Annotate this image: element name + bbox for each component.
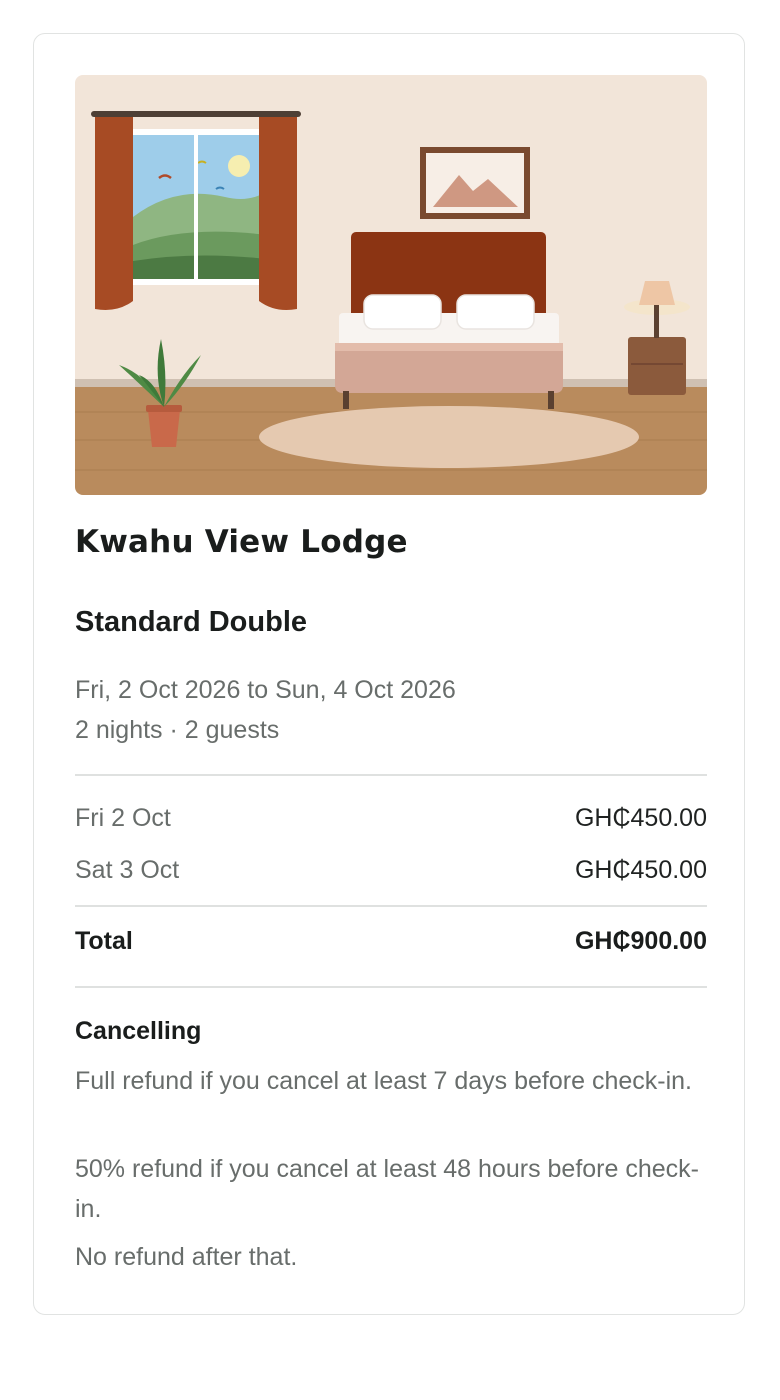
total-row: Total GH₵900.00 bbox=[75, 927, 707, 961]
property-name: Kwahu View Lodge bbox=[75, 524, 408, 560]
cancellation-policy: Full refund if you cancel at least 7 day… bbox=[75, 1067, 692, 1095]
room-illustration bbox=[75, 75, 707, 495]
total-value: GH₵900.00 bbox=[574, 927, 707, 955]
cancellation-policy: No refund after that. bbox=[75, 1243, 298, 1271]
night-price: GH₵450.00 bbox=[574, 856, 707, 884]
nightly-price-row: Fri 2 Oct GH₵450.00 bbox=[75, 804, 707, 836]
cancellation-heading: Cancelling bbox=[75, 1017, 202, 1045]
divider bbox=[75, 986, 707, 988]
room-type: Standard Double bbox=[75, 606, 308, 638]
nightly-price-row: Sat 3 Oct GH₵450.00 bbox=[75, 856, 707, 888]
cancellation-policy: 50% refund if you cancel at least 48 hou… bbox=[75, 1155, 699, 1223]
divider bbox=[75, 905, 707, 907]
divider bbox=[75, 774, 707, 776]
night-date: Fri 2 Oct bbox=[75, 804, 171, 832]
total-label: Total bbox=[75, 927, 133, 955]
stay-summary: 2 nights · 2 guests bbox=[75, 716, 280, 744]
booking-summary-card: Kwahu View Lodge Standard Double Fri, 2 … bbox=[33, 33, 745, 1315]
stay-dates: Fri, 2 Oct 2026 to Sun, 4 Oct 2026 bbox=[75, 676, 456, 704]
night-price: GH₵450.00 bbox=[574, 804, 707, 832]
night-date: Sat 3 Oct bbox=[75, 856, 180, 884]
